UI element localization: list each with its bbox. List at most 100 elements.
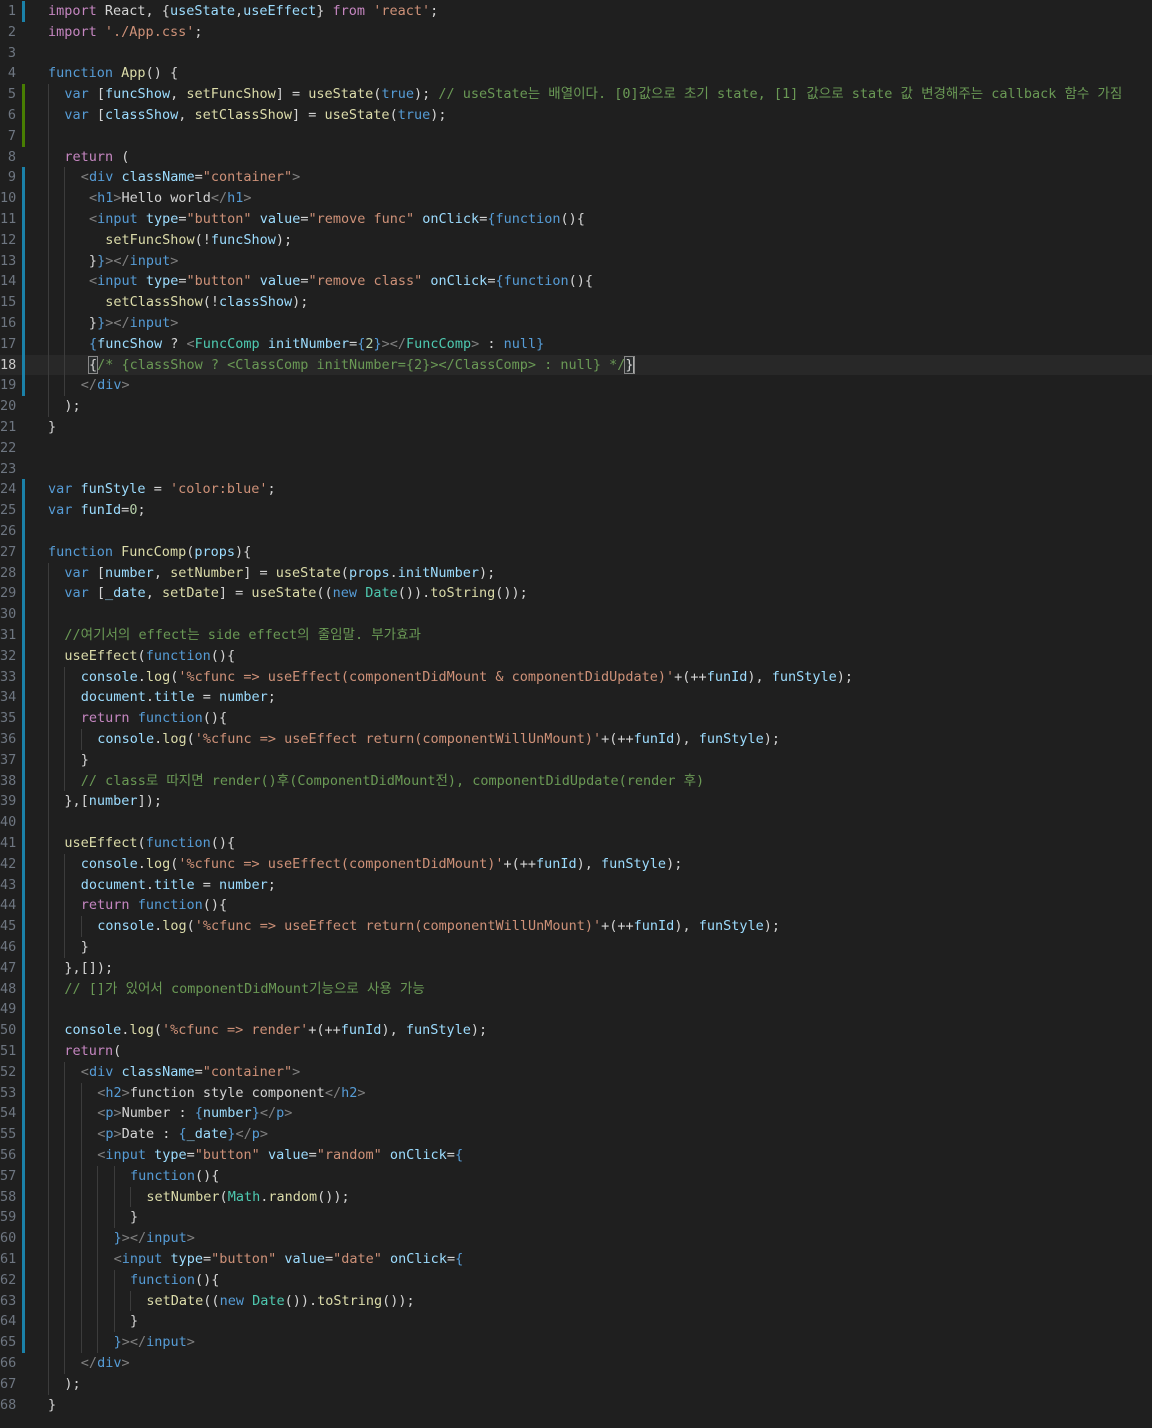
code-line[interactable]: 33 console.log('%cfunc => useEffect(compo… (0, 666, 1152, 688)
code-line[interactable]: 16 }}></input> (0, 313, 1152, 334)
git-change-indicator[interactable] (22, 84, 25, 147)
code-line[interactable]: 66 </div> (0, 1353, 1152, 1374)
code-token: . (154, 918, 163, 935)
code-line[interactable]: 6 var [classShow, setClassShow] = useStat… (0, 105, 1152, 126)
indent-guide (80, 1228, 82, 1249)
code-line[interactable]: 31 //여기서의 effect는 side effect의 줄임말. 부가효과 (0, 625, 1152, 646)
code-token: ] = (275, 86, 309, 103)
code-line[interactable]: 40 (0, 812, 1152, 833)
indent-guide (80, 1207, 82, 1229)
code-line[interactable]: 37} (0, 749, 1152, 771)
code-line[interactable]: 21} (0, 417, 1152, 438)
code-line[interactable]: 36 console.log('%cfunc => useEffect retur… (0, 729, 1152, 750)
code-line[interactable]: 54 <p>Number : {number}</p> (0, 1103, 1152, 1125)
git-change-indicator[interactable] (22, 479, 25, 1353)
indent-guide (48, 645, 49, 667)
code-line[interactable]: 5 var [funcShow, setFuncShow] = useState(… (0, 84, 1152, 105)
code-line[interactable]: 44 return function(){ (0, 895, 1152, 917)
code-line[interactable]: 32 useEffect(function(){ (0, 645, 1152, 667)
code-line[interactable]: 1 import React, {useState,useEffect} from… (0, 1, 1152, 22)
code-line[interactable]: 25 var funId=0; (0, 500, 1152, 521)
line-number: 29 (0, 585, 17, 602)
code-line[interactable]: 10 <h1>Hello world</h1> (0, 188, 1152, 209)
code-line[interactable]: 63 setDate((new Date()).toString()); (0, 1290, 1152, 1312)
code-line[interactable]: 46} (0, 937, 1152, 958)
code-line[interactable]: 14 <input type="button" value="remove cl… (0, 271, 1152, 293)
code-line[interactable]: 42 console.log('%cfunc => useEffect(compo… (0, 853, 1152, 875)
code-token: funId (340, 1022, 382, 1039)
code-line[interactable]: 56 <input type="button" value="random" on… (0, 1145, 1152, 1166)
code-line[interactable]: 64} (0, 1311, 1152, 1333)
code-line[interactable]: 34 document.title = number; (0, 687, 1152, 709)
code-line[interactable]: 23 (0, 459, 1152, 480)
code-token: [ (88, 585, 106, 602)
code-line[interactable]: 45 console.log('%cfunc => useEffect retur… (0, 916, 1152, 937)
code-line[interactable]: 3 (0, 43, 1152, 64)
code-token: ()); (495, 585, 528, 602)
code-line[interactable]: 17 {funcShow ? <FuncComp initNumber={2}>… (0, 333, 1152, 355)
code-line[interactable]: 52 <div className="container"> (0, 1061, 1152, 1083)
indent-guide (48, 271, 49, 293)
code-line[interactable]: 18 {/* {classShow ? <ClassComp initNumbe… (0, 354, 1152, 376)
git-change-indicator[interactable] (22, 1, 25, 22)
code-line[interactable]: 9 <div className="container"> (0, 167, 1152, 189)
code-line[interactable]: 7 (0, 125, 1152, 147)
text-cursor (632, 356, 635, 373)
git-change-indicator[interactable] (22, 167, 25, 397)
code-token: initNumber (397, 564, 479, 581)
code-line[interactable]: 28 var [number, setNumber] = useState(pro… (0, 562, 1152, 584)
indent-guide (64, 375, 66, 397)
code-line[interactable]: 27 function FuncComp(props){ (0, 542, 1152, 563)
indent-guide (64, 1269, 66, 1291)
code-line[interactable]: 68} (0, 1395, 1152, 1416)
code-line[interactable]: 47},[]); (0, 957, 1152, 979)
code-token: </ (80, 1355, 98, 1371)
indent-guide (48, 1082, 49, 1104)
code-token: (){ (195, 1167, 220, 1184)
code-line[interactable]: 15 setClassShow(!classShow); (0, 292, 1152, 313)
code-line[interactable]: 4 function App() { (0, 63, 1152, 84)
code-line[interactable]: 61 <input type="button" value="date" onCl… (0, 1249, 1152, 1270)
code-line[interactable]: 62 function(){ (0, 1269, 1152, 1291)
code-line[interactable]: 43 document.title = number; (0, 874, 1152, 896)
code-line[interactable]: 65}></input> (0, 1332, 1152, 1353)
code-line[interactable]: 49 (0, 999, 1152, 1021)
code-line[interactable]: 8 return ( (0, 146, 1152, 168)
code-line[interactable]: 59} (0, 1207, 1152, 1229)
code-line[interactable]: 51 return( (0, 1041, 1152, 1062)
code-line[interactable]: 57 function(){ (0, 1165, 1152, 1187)
code-line[interactable]: 41 useEffect(function(){ (0, 833, 1152, 854)
line-number: 40 (0, 814, 17, 831)
code-line[interactable]: 38 // class로 따지면 render()후(ComponentDidMo… (0, 770, 1152, 792)
line-number: 27 (0, 543, 17, 560)
code-line[interactable]: 50 console.log('%cfunc => render'+(++funI… (0, 1020, 1152, 1041)
indent-guide (97, 1249, 99, 1270)
code-line[interactable]: 11 <input type="button" value="remove fu… (0, 209, 1152, 230)
indent-guide (80, 1124, 82, 1145)
code-line[interactable]: 55 <p>Date : {_date}</p> (0, 1124, 1152, 1145)
code-line[interactable]: 67); (0, 1373, 1152, 1395)
code-line[interactable]: 2 import './App.css'; (0, 22, 1152, 43)
code-token: ); (64, 1375, 81, 1392)
code-line[interactable]: 60}></input> (0, 1228, 1152, 1249)
code-line[interactable]: 53 <h2>function style component</h2> (0, 1082, 1152, 1104)
code-token: useState (275, 564, 341, 581)
line-number: 64 (0, 1313, 17, 1330)
code-line[interactable]: 39},[number]); (0, 791, 1152, 813)
code-line[interactable]: 26 (0, 521, 1152, 542)
code-text: <p>Date : {_date}</p> (97, 1124, 268, 1145)
code-line[interactable]: 20); (0, 396, 1152, 417)
code-text: var funStyle = 'color:blue'; (48, 479, 276, 500)
code-line[interactable]: 35 return function(){ (0, 708, 1152, 729)
code-line[interactable]: 12 setFuncShow(!funcShow); (0, 229, 1152, 251)
code-line[interactable]: 29 var [_date, setDate] = useState((new D… (0, 583, 1152, 605)
code-line[interactable]: 58 setNumber(Math.random()); (0, 1186, 1152, 1208)
code-line[interactable]: 13 }}></input> (0, 250, 1152, 272)
code-token: setNumber (170, 564, 244, 581)
code-line[interactable]: 48 // []가 있어서 componentDidMount기능으로 사용 가능 (0, 978, 1152, 1000)
code-line[interactable]: 22 (0, 438, 1152, 459)
code-line[interactable]: 24 var funStyle = 'color:blue'; (0, 479, 1152, 500)
code-line[interactable]: 30 (0, 604, 1152, 625)
code-line[interactable]: 19 </div> (0, 375, 1152, 397)
code-editor[interactable]: 1 import React, {useState,useEffect} from… (0, 0, 1152, 1428)
